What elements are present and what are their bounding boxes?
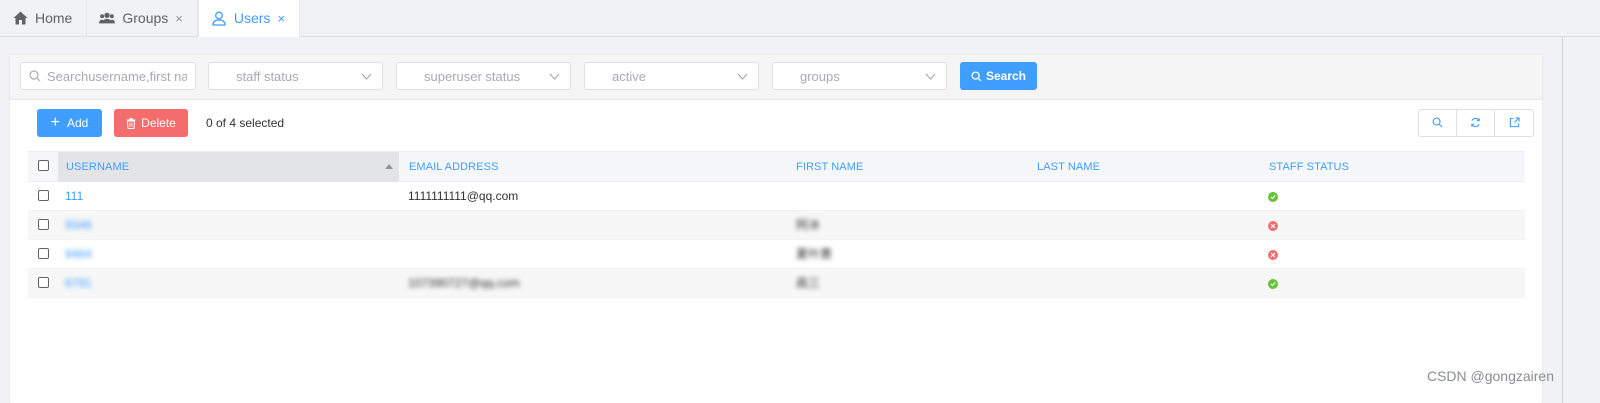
username-link[interactable]: 111 <box>65 182 83 211</box>
column-header-staff-status[interactable]: STAFF STATUS <box>1269 152 1349 182</box>
tab-groups[interactable]: Groups × <box>87 0 198 36</box>
filter-bar: staff status superuser status active gro… <box>10 55 1542 100</box>
search-toggle-button[interactable] <box>1419 110 1457 136</box>
users-table: USERNAME EMAIL ADDRESS FIRST NAME LAST N… <box>28 151 1525 298</box>
scroll-gutter <box>1550 37 1600 403</box>
groups-select[interactable]: groups <box>772 62 947 90</box>
active-select[interactable]: active <box>584 62 759 90</box>
tab-label: Users <box>233 10 271 26</box>
plus-icon: + <box>50 114 60 131</box>
search-icon <box>971 70 982 82</box>
table-tools <box>1418 109 1534 137</box>
selection-count: 0 of 4 selected <box>206 116 285 130</box>
x-circle-icon <box>1268 221 1278 231</box>
close-icon[interactable]: × <box>277 11 285 26</box>
staff-status-select[interactable]: staff status <box>208 62 383 90</box>
column-header-username[interactable]: USERNAME <box>58 152 399 182</box>
column-header-email[interactable]: EMAIL ADDRESS <box>409 152 499 182</box>
search-field[interactable] <box>20 62 196 90</box>
sort-ascending-icon[interactable] <box>385 164 393 169</box>
table-header: USERNAME EMAIL ADDRESS FIRST NAME LAST N… <box>28 151 1525 182</box>
check-circle-icon <box>1268 192 1278 202</box>
tab-label: Home <box>35 10 73 26</box>
scrollbar-track[interactable] <box>1562 37 1563 403</box>
chevron-down-icon <box>925 73 936 80</box>
select-placeholder: groups <box>800 68 840 84</box>
add-button[interactable]: + Add <box>37 109 102 137</box>
tab-label: Groups <box>122 10 169 26</box>
row-checkbox[interactable] <box>38 190 49 201</box>
chevron-down-icon <box>361 73 372 80</box>
check-circle-icon <box>1268 279 1278 289</box>
first-name-cell: 夏叶惠 <box>796 247 833 261</box>
refresh-button[interactable] <box>1457 110 1495 136</box>
search-button-label: Search <box>985 69 1027 83</box>
row-checkbox[interactable] <box>38 248 49 259</box>
column-header-first-name[interactable]: FIRST NAME <box>796 152 863 182</box>
add-button-label: Add <box>66 116 89 130</box>
email-cell: 107390727@qq.com <box>408 276 520 290</box>
users-group-icon <box>99 10 116 26</box>
chevron-down-icon <box>549 73 560 80</box>
username-link[interactable]: 9346 <box>65 211 92 240</box>
delete-button[interactable]: Delete <box>114 109 188 137</box>
select-all-checkbox[interactable] <box>38 160 49 171</box>
refresh-icon <box>1470 116 1481 131</box>
user-icon <box>211 10 227 26</box>
table-row[interactable]: 9346 阿冰 <box>28 211 1525 240</box>
x-circle-icon <box>1268 250 1278 260</box>
first-name-cell: 高三 <box>796 276 821 290</box>
email-cell: 1111111111@qq.com <box>408 189 519 203</box>
first-name-cell: 阿冰 <box>796 218 821 232</box>
superuser-status-select[interactable]: superuser status <box>396 62 571 90</box>
search-input[interactable] <box>47 68 187 84</box>
select-placeholder: active <box>612 68 646 84</box>
username-link[interactable]: 9464 <box>65 240 92 269</box>
tab-bar: Home Groups × Users × <box>0 0 1600 37</box>
tab-users[interactable]: Users × <box>197 0 301 37</box>
select-placeholder: superuser status <box>424 68 521 84</box>
export-button[interactable] <box>1495 110 1533 136</box>
home-icon <box>12 10 28 26</box>
search-icon <box>29 70 41 82</box>
trash-icon <box>126 117 136 129</box>
row-checkbox[interactable] <box>38 219 49 230</box>
table-row[interactable]: 111 1111111111@qq.com <box>28 182 1525 211</box>
close-icon[interactable]: × <box>175 11 183 26</box>
tab-home[interactable]: Home <box>0 0 88 36</box>
column-header-last-name[interactable]: LAST NAME <box>1037 152 1100 182</box>
select-placeholder: staff status <box>236 68 299 84</box>
table-row[interactable]: 9464 夏叶惠 <box>28 240 1525 269</box>
content-card: staff status superuser status active gro… <box>10 55 1542 403</box>
search-icon <box>1432 116 1443 131</box>
watermark: CSDN @gongzairen <box>1426 368 1554 384</box>
table-row[interactable]: 6791 107390727@qq.com 高三 <box>28 269 1525 298</box>
chevron-down-icon <box>737 73 748 80</box>
search-button[interactable]: Search <box>960 62 1037 90</box>
row-checkbox[interactable] <box>38 277 49 288</box>
delete-button-label: Delete <box>141 116 176 130</box>
export-icon <box>1509 116 1520 131</box>
username-link[interactable]: 6791 <box>65 269 92 298</box>
